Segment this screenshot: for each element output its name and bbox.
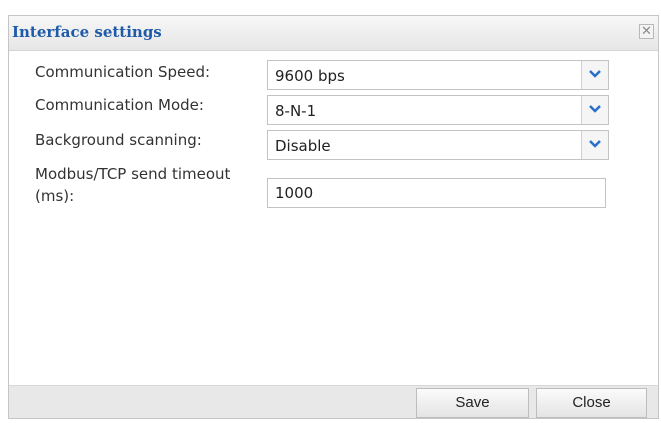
chevron-down-icon[interactable] [581, 131, 608, 159]
dialog-footer: Save Close [9, 385, 658, 418]
modbus-timeout-label-line2: (ms): [35, 187, 75, 205]
modbus-timeout-label-line1: Modbus/TCP send timeout [35, 165, 231, 183]
communication-speed-label: Communication Speed: [35, 63, 211, 81]
communication-speed-select[interactable]: 9600 bps [267, 60, 609, 90]
dialog-title: Interface settings [12, 23, 162, 41]
communication-mode-select[interactable]: 8-N-1 [267, 95, 609, 125]
communication-speed-value: 9600 bps [275, 67, 345, 85]
save-button[interactable]: Save [416, 388, 529, 418]
background-scanning-label: Background scanning: [35, 131, 202, 149]
close-icon[interactable]: ✕ [639, 24, 654, 39]
dialog-content: Communication Speed: 9600 bps Communicat… [9, 51, 658, 387]
modbus-timeout-input[interactable] [267, 178, 606, 208]
dialog-titlebar[interactable]: Interface settings ✕ [9, 16, 658, 51]
modbus-timeout-label: Modbus/TCP send timeout (ms): [35, 163, 230, 207]
chevron-down-icon[interactable] [581, 61, 608, 89]
close-button[interactable]: Close [536, 388, 647, 418]
communication-mode-value: 8-N-1 [275, 102, 317, 120]
chevron-down-icon[interactable] [581, 96, 608, 124]
communication-mode-label: Communication Mode: [35, 96, 204, 114]
background-scanning-select[interactable]: Disable [267, 130, 609, 160]
background-scanning-value: Disable [275, 137, 331, 155]
interface-settings-dialog: Interface settings ✕ Communication Speed… [8, 15, 659, 419]
